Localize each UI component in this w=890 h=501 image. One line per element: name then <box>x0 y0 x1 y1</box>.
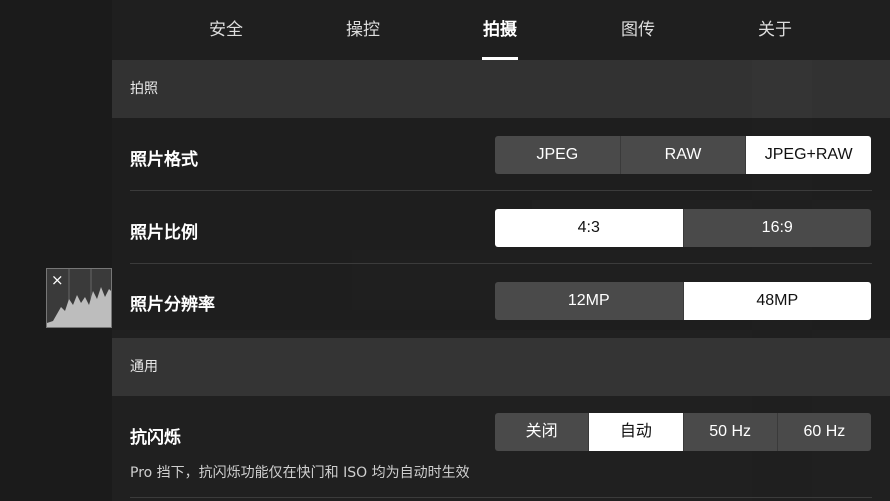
divider <box>130 263 872 264</box>
settings-panel: 安全 操控 拍摄 图传 关于 拍照 照片格式 JPEG RAW JPEG+RAW… <box>112 0 890 501</box>
photo-settings-group: 照片格式 JPEG RAW JPEG+RAW 照片比例 4:3 16:9 照片分… <box>112 118 890 338</box>
tab-transmission[interactable]: 图传 <box>583 0 693 60</box>
section-photo-title: 拍照 <box>130 81 158 97</box>
photo-format-option-jpeg-raw[interactable]: JPEG+RAW <box>745 136 871 174</box>
divider <box>130 497 872 498</box>
photo-format-label: 照片格式 <box>130 150 198 170</box>
aspect-ratio-label: 照片比例 <box>130 223 198 243</box>
anti-flicker-option-off[interactable]: 关闭 <box>495 413 588 451</box>
close-icon[interactable]: × <box>51 271 64 289</box>
tab-about[interactable]: 关于 <box>720 0 830 60</box>
anti-flicker-option-60hz[interactable]: 60 Hz <box>776 413 871 451</box>
anti-flicker-option-50hz[interactable]: 50 Hz <box>682 413 777 451</box>
settings-tab-bar: 安全 操控 拍摄 图传 关于 <box>112 0 890 60</box>
aspect-ratio-option-4-3[interactable]: 4:3 <box>495 209 683 247</box>
photo-format-selector: JPEG RAW JPEG+RAW <box>495 136 871 174</box>
anti-flicker-option-auto[interactable]: 自动 <box>588 413 683 451</box>
photo-format-option-raw[interactable]: RAW <box>619 136 746 174</box>
camera-view-strip <box>0 0 112 501</box>
resolution-selector: 12MP 48MP <box>495 282 871 320</box>
aspect-ratio-selector: 4:3 16:9 <box>495 209 871 247</box>
aspect-ratio-option-16-9[interactable]: 16:9 <box>682 209 872 247</box>
anti-flicker-label: 抗闪烁 <box>130 428 181 448</box>
resolution-option-48mp[interactable]: 48MP <box>682 282 871 320</box>
histogram-widget: × <box>46 268 112 328</box>
resolution-label: 照片分辨率 <box>130 295 215 315</box>
section-photo: 拍照 <box>112 60 890 118</box>
general-settings-group: 抗闪烁 关闭 自动 50 Hz 60 Hz Pro 挡下，抗闪烁功能仅在快门和 … <box>112 396 890 501</box>
anti-flicker-selector: 关闭 自动 50 Hz 60 Hz <box>495 413 871 451</box>
section-general: 通用 <box>112 338 890 396</box>
tab-camera[interactable]: 拍摄 <box>445 0 555 60</box>
resolution-option-12mp[interactable]: 12MP <box>495 282 683 320</box>
tab-safety[interactable]: 安全 <box>171 0 281 60</box>
photo-format-option-jpeg[interactable]: JPEG <box>495 136 620 174</box>
tab-control[interactable]: 操控 <box>308 0 418 60</box>
section-general-title: 通用 <box>130 359 158 375</box>
divider <box>130 190 872 191</box>
anti-flicker-hint: Pro 挡下，抗闪烁功能仅在快门和 ISO 均为自动时生效 <box>130 465 470 481</box>
